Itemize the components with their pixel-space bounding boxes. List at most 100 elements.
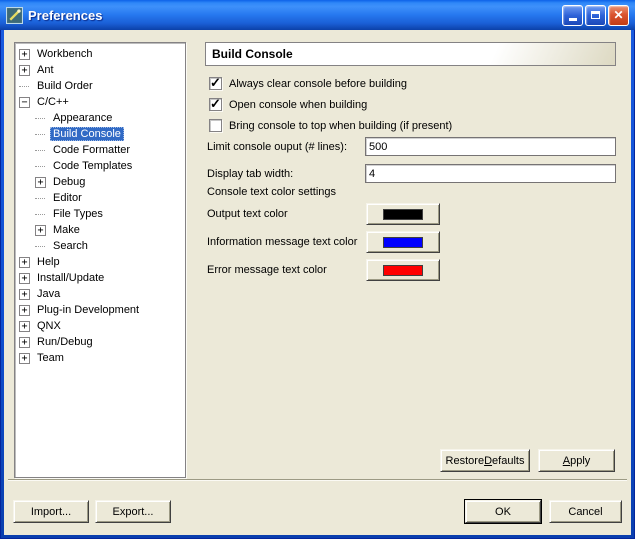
ok-button[interactable]: OK — [465, 500, 541, 523]
plus-expander-icon[interactable]: + — [19, 257, 30, 268]
footer-separator — [8, 479, 627, 481]
checkbox-label: Open console when building — [229, 99, 367, 111]
checkbox-label: Bring console to top when building (if p… — [229, 120, 452, 132]
tree-item-label: Code Templates — [50, 159, 135, 173]
tree-item-label: Code Formatter — [50, 143, 133, 157]
tree-item-build-order[interactable]: Build Order — [15, 78, 185, 94]
plus-expander-icon[interactable]: + — [19, 289, 30, 300]
tree-item-label: Team — [34, 351, 67, 365]
minimize-icon — [569, 18, 577, 21]
tree-item-code-formatter[interactable]: Code Formatter — [15, 142, 185, 158]
minus-expander-icon[interactable]: − — [19, 97, 30, 108]
checkbox-label: Always clear console before building — [229, 78, 407, 90]
color-button-error-message-text-color[interactable] — [366, 259, 440, 281]
color-row-output-text-color: Output text color — [207, 200, 487, 228]
tree-connector — [35, 150, 45, 151]
checkbox-bring-console-to-top-when-building-if-present[interactable]: ✓ — [209, 119, 222, 132]
preferences-tree[interactable]: +Workbench+AntBuild Order−C/C++Appearanc… — [14, 42, 186, 478]
tree-item-build-console[interactable]: Build Console — [15, 126, 185, 142]
tree-item-label: Appearance — [50, 111, 115, 125]
tree-item-label: Search — [50, 239, 91, 253]
tree-item-file-types[interactable]: File Types — [15, 206, 185, 222]
tree-item-workbench[interactable]: + Workbench — [15, 46, 185, 62]
plus-expander-icon[interactable]: + — [19, 65, 30, 76]
tree-item-qnx[interactable]: +QNX — [15, 318, 185, 334]
tree-connector — [35, 134, 45, 135]
color-button-information-message-text-color[interactable] — [366, 231, 440, 253]
minimize-button[interactable] — [562, 5, 583, 26]
color-swatch — [383, 237, 423, 248]
close-icon: ✕ — [613, 9, 623, 21]
title-bar[interactable]: Preferences ✕ — [0, 0, 635, 30]
tree-item-label: Workbench — [34, 47, 95, 61]
plus-expander-icon[interactable]: + — [19, 49, 30, 60]
tree-item-label: Make — [50, 223, 83, 237]
tree-item-plug-in-development[interactable]: + Plug-in Development — [15, 302, 185, 318]
tree-item-run-debug[interactable]: +Run/Debug — [15, 334, 185, 350]
color-button-output-text-color[interactable] — [366, 203, 440, 225]
tree-connector — [35, 166, 45, 167]
checkbox-open-console-when-building[interactable]: ✓ — [209, 98, 222, 111]
color-row-error-message-text-color: Error message text color — [207, 256, 487, 284]
color-settings-heading: Console text color settings — [207, 186, 336, 198]
tree-item-label: C/C++ — [34, 95, 72, 109]
tree-item-label: Install/Update — [34, 271, 107, 285]
checkbox-row-always-clear-console-before-building: ✓ Always clear console before building — [209, 73, 452, 94]
plus-expander-icon[interactable]: + — [19, 273, 30, 284]
color-swatch — [383, 209, 423, 220]
tree-item-label: Plug-in Development — [34, 303, 142, 317]
checkbox-row-open-console-when-building: ✓ Open console when building — [209, 94, 452, 115]
tree-item-label: Editor — [50, 191, 85, 205]
tree-item-label: Build Order — [34, 79, 96, 93]
tree-item-code-templates[interactable]: Code Templates — [15, 158, 185, 174]
cancel-button[interactable]: Cancel — [549, 500, 622, 523]
tree-item-help[interactable]: +Help — [15, 254, 185, 270]
tree-item-ant[interactable]: +Ant — [15, 62, 185, 78]
color-row-information-message-text-color: Information message text color — [207, 228, 487, 256]
close-button[interactable]: ✕ — [608, 5, 629, 26]
preferences-icon — [6, 7, 23, 24]
tree-item-label: File Types — [50, 207, 106, 221]
plus-expander-icon[interactable]: + — [35, 177, 46, 188]
field-input-display-tab-width[interactable] — [365, 164, 616, 183]
apply-button[interactable]: Apply — [538, 449, 615, 472]
tree-item-search[interactable]: Search — [15, 238, 185, 254]
tree-connector — [35, 198, 45, 199]
checkmark-icon: ✓ — [210, 75, 221, 91]
tree-connector — [35, 118, 45, 119]
import-button[interactable]: Import... — [13, 500, 89, 523]
plus-expander-icon[interactable]: + — [19, 305, 30, 316]
field-group: Limit console ouput (# lines): Display ta… — [207, 133, 616, 187]
tree-item-appearance[interactable]: Appearance — [15, 110, 185, 126]
tree-item-install-update[interactable]: + Install/Update — [15, 270, 185, 286]
field-row-limit-console-ouput-lines: Limit console ouput (# lines): — [207, 133, 616, 160]
field-input-limit-console-ouput-lines[interactable] — [365, 137, 616, 156]
checkbox-always-clear-console-before-building[interactable]: ✓ — [209, 77, 222, 90]
tree-item-make[interactable]: + Make — [15, 222, 185, 238]
field-label: Display tab width: — [207, 168, 365, 180]
plus-expander-icon[interactable]: + — [35, 225, 46, 236]
page-title: Build Console — [212, 47, 293, 61]
tree-item-editor[interactable]: Editor — [15, 190, 185, 206]
tree-connector — [35, 246, 45, 247]
plus-expander-icon[interactable]: + — [19, 321, 30, 332]
field-row-display-tab-width: Display tab width: — [207, 160, 616, 187]
maximize-icon — [591, 11, 600, 19]
color-label: Information message text color — [207, 236, 366, 248]
tree-item-debug[interactable]: + Debug — [15, 174, 185, 190]
preferences-dialog: Preferences ✕ + Workbench+AntBuild Order−… — [0, 0, 635, 539]
export-button[interactable]: Export... — [95, 500, 171, 523]
checkbox-group: ✓ Always clear console before building ✓ Op… — [209, 73, 452, 136]
page-header: Build Console — [205, 42, 616, 66]
maximize-button[interactable] — [585, 5, 606, 26]
tree-item-team[interactable]: + Team — [15, 350, 185, 366]
window-controls: ✕ — [562, 5, 629, 26]
color-label: Error message text color — [207, 264, 366, 276]
plus-expander-icon[interactable]: + — [19, 353, 30, 364]
tree-item-label: Build Console — [50, 127, 124, 141]
tree-item-label: Debug — [50, 175, 88, 189]
restore-defaults-button[interactable]: Restore Defaults — [440, 449, 530, 472]
tree-item-java[interactable]: +Java — [15, 286, 185, 302]
tree-item-c-c[interactable]: −C/C++ — [15, 94, 185, 110]
plus-expander-icon[interactable]: + — [19, 337, 30, 348]
